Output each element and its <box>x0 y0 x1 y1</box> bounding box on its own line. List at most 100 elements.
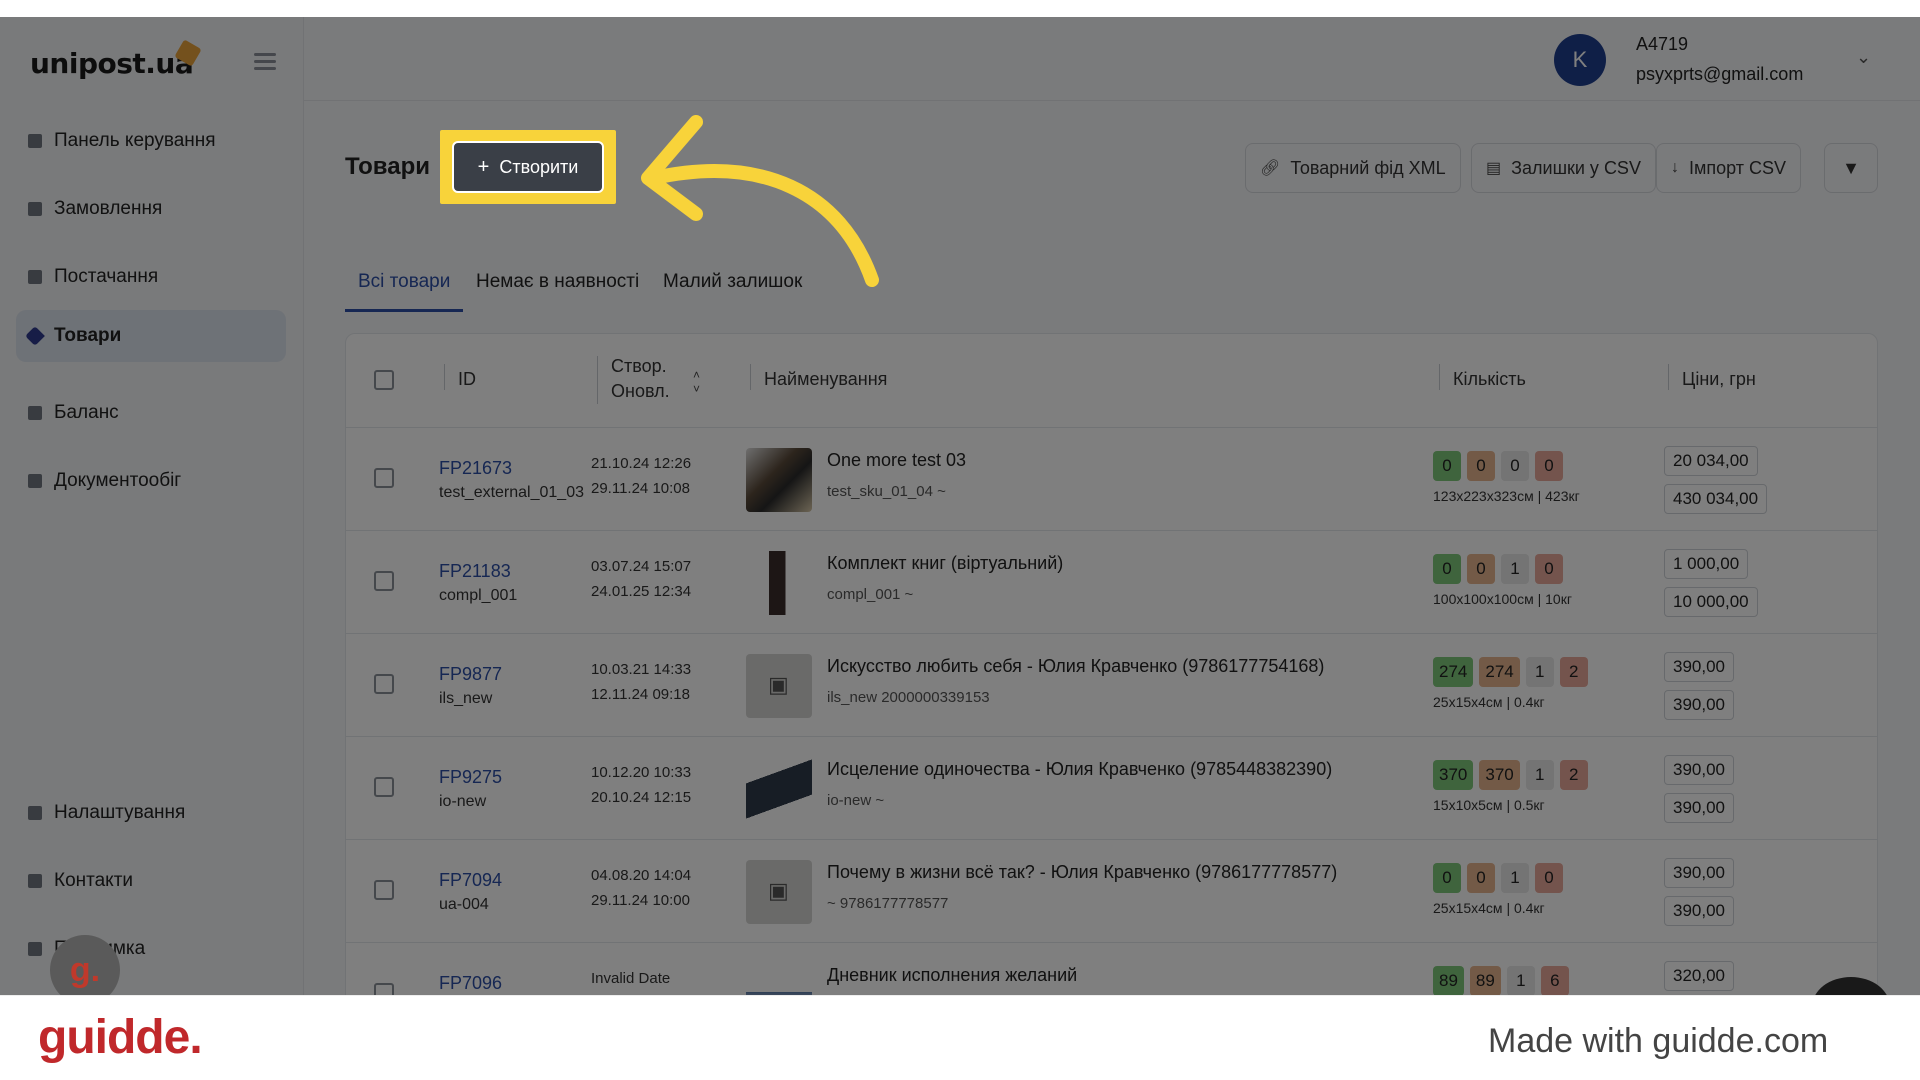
column-id[interactable]: ID <box>458 369 476 390</box>
product-name[interactable]: One more test 03 <box>827 450 966 471</box>
qty-badge: 6 <box>1540 966 1569 995</box>
create-button[interactable]: + Створити <box>452 141 604 193</box>
price-field[interactable]: 390,00 <box>1664 652 1734 682</box>
price-field[interactable]: 20 034,00 <box>1664 446 1758 476</box>
row-checkbox[interactable] <box>374 571 394 591</box>
price-field[interactable]: 10 000,00 <box>1664 587 1758 617</box>
table-row[interactable]: FP21183 compl_001 03.07.24 15:07 24.01.2… <box>346 531 1877 634</box>
sidebar-item-orders[interactable]: Замовлення <box>16 183 286 235</box>
price-field[interactable]: 1 000,00 <box>1664 549 1749 579</box>
tab-all-products[interactable]: Всі товари <box>358 271 450 293</box>
brand-logo[interactable]: unipost.ua <box>30 47 194 80</box>
product-id-link[interactable]: FP7094 <box>439 870 502 891</box>
product-thumbnail[interactable] <box>746 551 812 615</box>
product-thumbnail[interactable] <box>746 963 812 995</box>
row-checkbox[interactable] <box>374 880 394 900</box>
row-checkbox[interactable] <box>374 674 394 694</box>
filter-button[interactable]: ▼ <box>1824 143 1878 193</box>
sidebar-item-contacts[interactable]: Контакти <box>16 855 286 907</box>
row-checkbox[interactable] <box>374 468 394 488</box>
table-row[interactable]: FP9877 ils_new 10.03.21 14:33 12.11.24 0… <box>346 634 1877 737</box>
top-strip <box>0 0 1920 17</box>
table-row[interactable]: FP21673 test_external_01_03 21.10.24 12:… <box>346 428 1877 531</box>
product-id-link[interactable]: FP21183 <box>439 561 511 582</box>
tab-low-stock[interactable]: Малий залишок <box>663 271 802 293</box>
row-checkbox[interactable] <box>374 983 394 995</box>
account-email: psyxprts@gmail.com <box>1636 64 1804 84</box>
sidebar-item-supplies[interactable]: Постачання <box>16 251 286 303</box>
price-field[interactable]: 430 034,00 <box>1664 484 1768 514</box>
product-id-link[interactable]: FP9877 <box>439 664 502 685</box>
sidebar-item-label: Панель керування <box>54 130 216 151</box>
table-row[interactable]: FP7094 ua-004 04.08.20 14:04 29.11.24 10… <box>346 840 1877 943</box>
qty-badge: 0 <box>1467 863 1495 893</box>
xml-feed-button[interactable]: 🔗︎ Товарний фід XML <box>1245 143 1461 193</box>
sliders-icon <box>28 806 42 820</box>
avatar[interactable]: K <box>1554 34 1606 86</box>
product-name[interactable]: Дневник исполнения желаний <box>827 965 1077 986</box>
price-field[interactable]: 320,00 <box>1664 961 1734 991</box>
sidebar: unipost.ua Панель керування Замовлення П… <box>0 17 304 995</box>
sort-icon[interactable]: ˄ ˅ <box>693 368 700 396</box>
row-checkbox[interactable] <box>374 777 394 797</box>
price-field[interactable]: 390,00 <box>1664 793 1734 823</box>
product-sku: ils_new 2000000339153 <box>827 689 990 706</box>
product-id-link[interactable]: FP7096 <box>439 973 502 994</box>
qty-badge: 1 <box>1525 657 1554 687</box>
sidebar-item-products[interactable]: Товари <box>16 310 286 362</box>
product-dimensions: 123x223x323см | 423кг <box>1433 488 1580 504</box>
quantity-badges: 0010 <box>1433 554 1563 584</box>
dashboard-icon <box>28 134 42 148</box>
select-all-checkbox[interactable] <box>374 370 394 390</box>
price-field[interactable]: 390,00 <box>1664 690 1734 720</box>
column-name[interactable]: Найменування <box>764 369 887 390</box>
download-icon: ↓ <box>1671 159 1679 176</box>
menu-icon[interactable] <box>254 53 276 71</box>
sidebar-item-documents[interactable]: Документообіг <box>16 455 286 507</box>
qty-badge: 274 <box>1433 657 1474 687</box>
product-name[interactable]: Почему в жизни всё так? - Юлия Кравченко… <box>827 862 1337 883</box>
plus-icon: + <box>477 155 490 178</box>
product-name[interactable]: Искусство любить себя - Юлия Кравченко (… <box>827 656 1324 677</box>
stock-csv-button[interactable]: ▤ Залишки у CSV <box>1471 143 1656 193</box>
price-field[interactable]: 390,00 <box>1664 755 1734 785</box>
column-created[interactable]: Створ. <box>611 356 667 377</box>
product-thumbnail[interactable] <box>746 654 812 718</box>
qty-badge: 1 <box>1525 760 1554 790</box>
product-name[interactable]: Комплект книг (віртуальний) <box>827 553 1063 574</box>
product-thumbnail[interactable] <box>746 757 812 821</box>
product-name[interactable]: Исцеление одиночества - Юлия Кравченко (… <box>827 759 1332 780</box>
stock-csv-label: Залишки у CSV <box>1511 157 1641 178</box>
price-field[interactable]: 390,00 <box>1664 858 1734 888</box>
import-csv-button[interactable]: ↓ Імпорт CSV <box>1656 143 1802 193</box>
price-field[interactable]: 390,00 <box>1664 896 1734 926</box>
sidebar-item-balance[interactable]: Баланс <box>16 387 286 439</box>
column-updated[interactable]: Оновл. <box>611 381 670 402</box>
updated-date: 12.11.24 09:18 <box>591 686 690 703</box>
create-button-label: Створити <box>499 156 579 177</box>
sidebar-item-dashboard[interactable]: Панель керування <box>16 115 286 167</box>
product-id-link[interactable]: FP9275 <box>439 767 502 788</box>
table-row[interactable]: FP7096 Invalid Date Дневник исполнения ж… <box>346 943 1877 995</box>
table-row[interactable]: FP9275 io-new 10.12.20 10:33 20.10.24 12… <box>346 737 1877 840</box>
quantity-badges: 89 89 1 6 <box>1433 966 1569 995</box>
qty-badge: 0 <box>1433 554 1461 584</box>
sidebar-item-settings[interactable]: Налаштування <box>16 787 286 839</box>
tab-out-of-stock[interactable]: Немає в наявності <box>476 271 639 293</box>
qty-badge: 0 <box>1535 451 1563 481</box>
active-tab-indicator <box>345 309 463 312</box>
product-external-id: test_external_01_03 <box>439 484 584 501</box>
app-window: unipost.ua Панель керування Замовлення П… <box>0 17 1920 995</box>
product-thumbnail[interactable] <box>746 448 812 512</box>
file-icon: ▤ <box>1486 160 1502 177</box>
product-id-link[interactable]: FP21673 <box>439 458 512 479</box>
page-title: Товари <box>345 153 431 180</box>
column-quantity[interactable]: Кількість <box>1453 369 1526 390</box>
sidebar-item-label: Баланс <box>54 402 119 423</box>
chevron-down-icon[interactable]: ⌄ <box>1856 47 1871 68</box>
column-prices[interactable]: Ціни, грн <box>1682 369 1756 390</box>
product-sku: test_sku_01_04 ~ <box>827 483 946 500</box>
product-thumbnail[interactable] <box>746 860 812 924</box>
sidebar-item-label: Документообіг <box>54 470 182 491</box>
product-dimensions: 25x15x4см | 0.4кг <box>1433 694 1545 710</box>
